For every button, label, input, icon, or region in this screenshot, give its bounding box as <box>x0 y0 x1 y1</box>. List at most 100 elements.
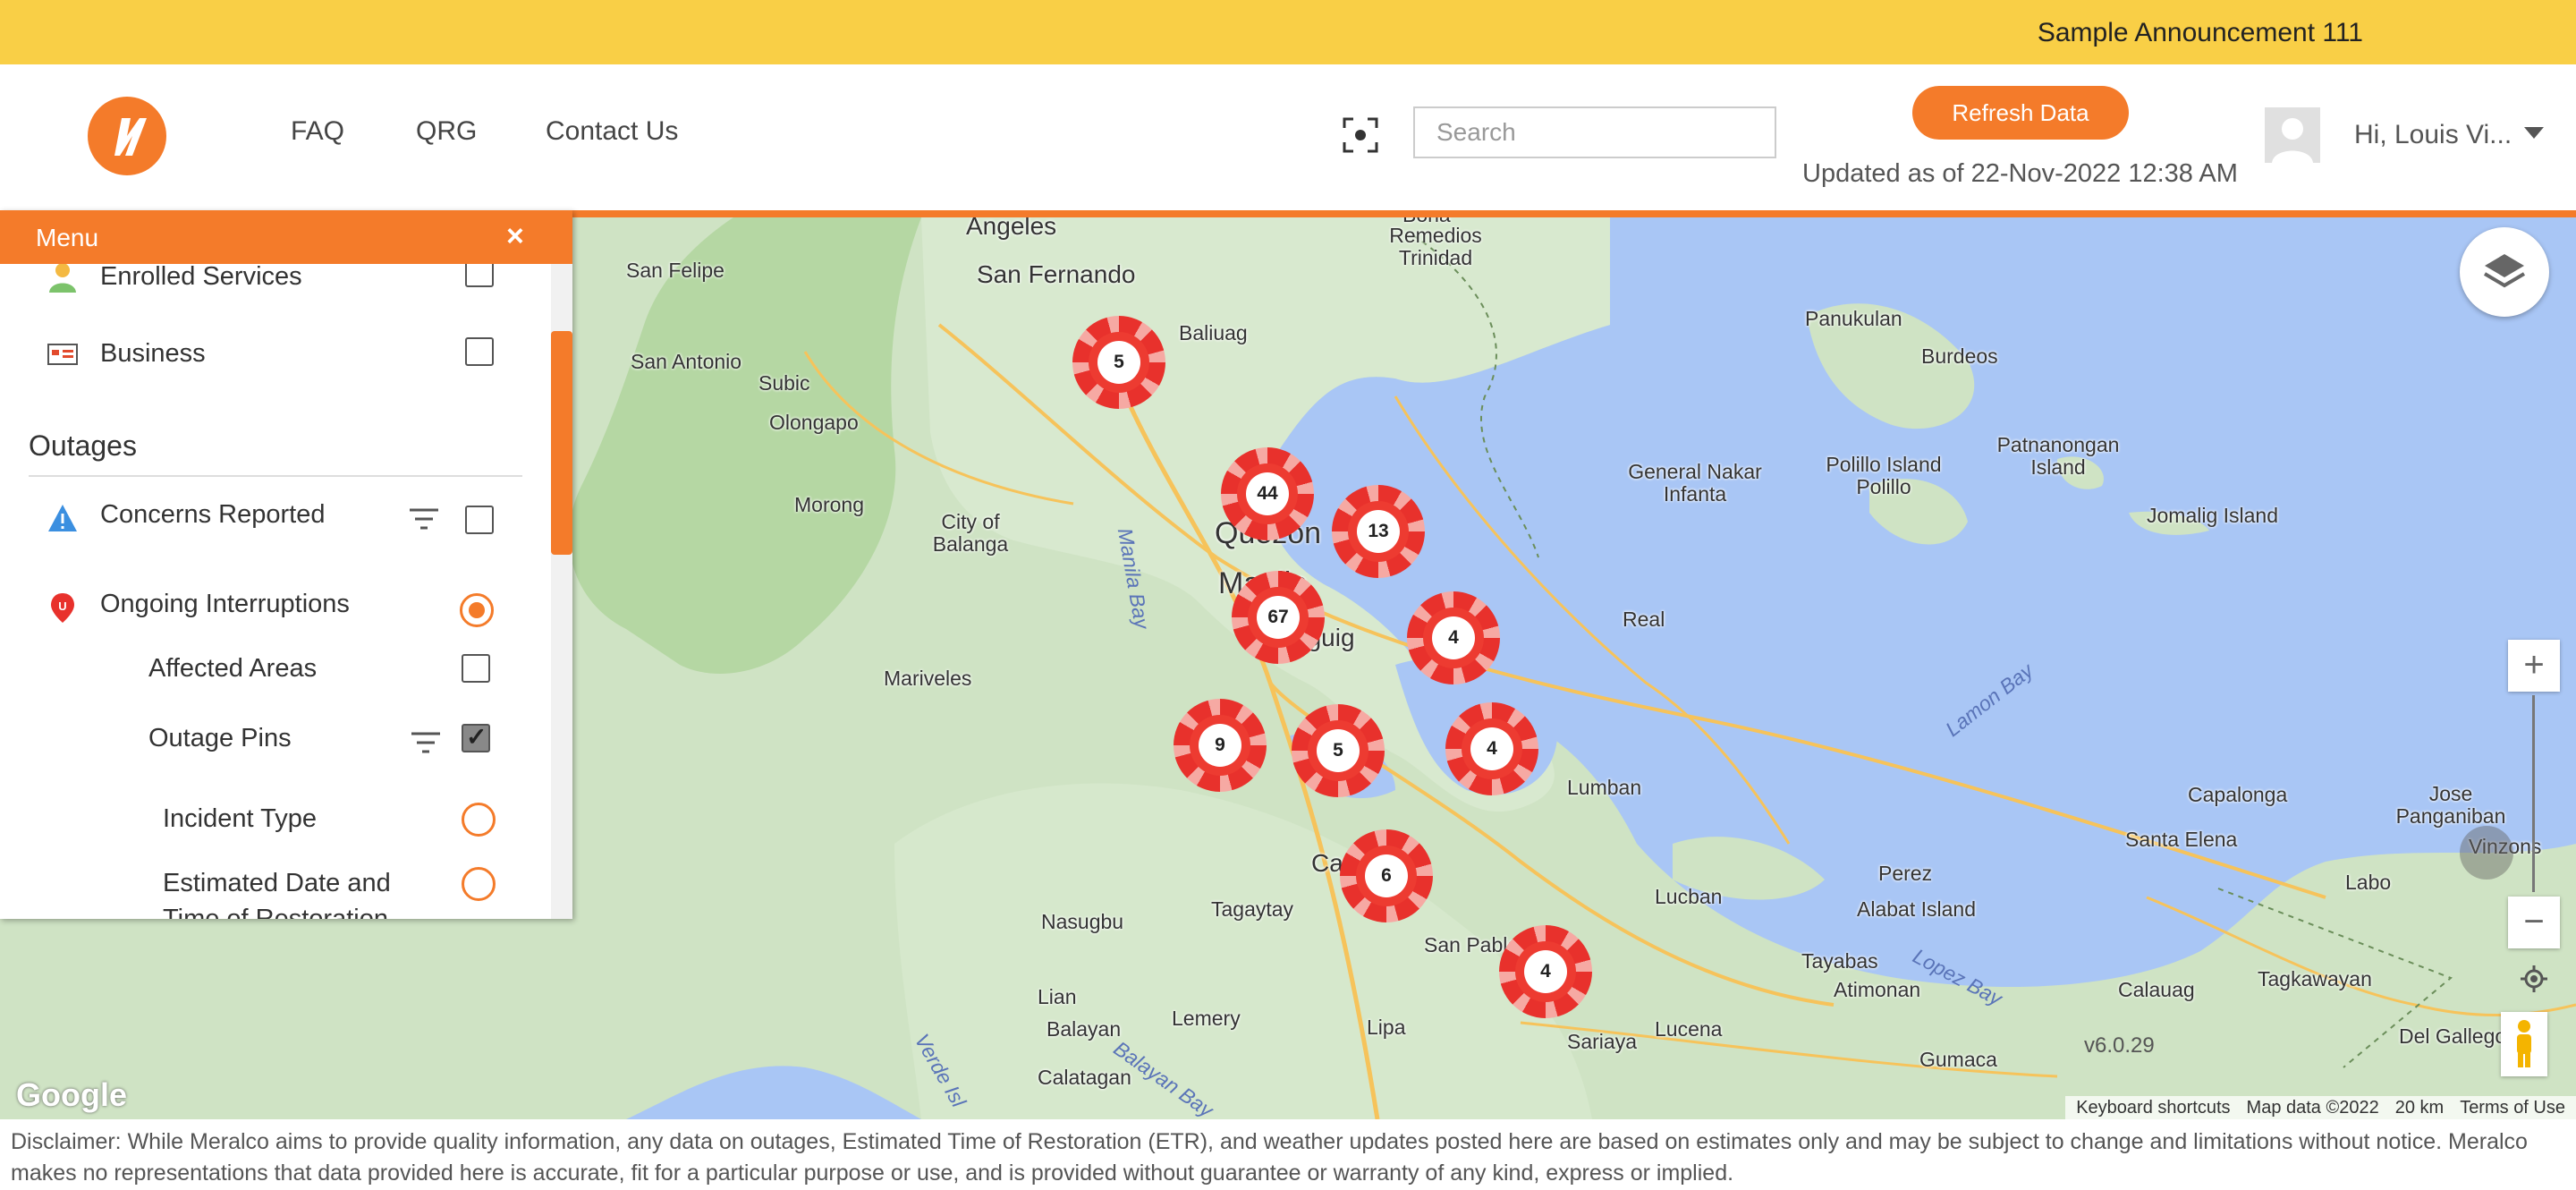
map-label: Olongapo <box>769 411 859 434</box>
outage-cluster-marker[interactable]: 5 <box>1072 316 1165 409</box>
map-attribution: Keyboard shortcuts Map data ©2022 20 km … <box>2065 1096 2576 1119</box>
map-label: San Felipe <box>626 259 724 282</box>
map-label: Lian <box>1038 985 1077 1008</box>
filter-icon[interactable] <box>408 507 440 531</box>
map-label: Tayabas <box>1801 949 1878 973</box>
zoom-slider[interactable] <box>2532 695 2535 892</box>
fullscreen-icon[interactable] <box>1342 116 1379 154</box>
refresh-data-button[interactable]: Refresh Data <box>1912 86 2129 140</box>
map-label: City of Balanga <box>932 510 1009 556</box>
zoom-slider-handle[interactable] <box>2460 826 2513 880</box>
meralco-logo[interactable] <box>88 97 166 175</box>
map-label: Tagkawayan <box>2258 967 2372 990</box>
updated-timestamp: Updated as of 22-Nov-2022 12:38 AM <box>1802 159 2238 188</box>
map-label: Atimonan <box>1834 978 1921 1001</box>
outage-cluster-marker[interactable]: 4 <box>1445 702 1538 795</box>
street-view-pegman-icon[interactable] <box>2501 1012 2547 1076</box>
header: FAQ QRG Contact Us Refresh Data Updated … <box>0 64 2576 210</box>
enrolled-services-checkbox[interactable] <box>465 264 494 287</box>
outage-cluster-marker[interactable]: 4 <box>1499 925 1592 1018</box>
estimated-restoration-radio[interactable] <box>462 867 496 901</box>
outage-cluster-marker[interactable]: 4 <box>1407 591 1500 684</box>
incident-type-radio[interactable] <box>462 803 496 837</box>
map-label: Balayan <box>1046 1017 1122 1041</box>
map-label: Subic <box>758 371 810 395</box>
nav-qrg[interactable]: QRG <box>416 116 477 147</box>
logo-bolt-icon <box>114 118 147 156</box>
outage-pins-checkbox[interactable] <box>462 722 490 752</box>
map-label: General Nakar Infanta <box>1628 460 1762 506</box>
map-label: Labo <box>2345 871 2392 894</box>
map-label: Real <box>1623 608 1665 631</box>
outage-cluster-marker[interactable]: 44 <box>1221 447 1314 540</box>
terms-of-use-link[interactable]: Terms of Use <box>2460 1098 2565 1118</box>
map-label: Angeles <box>966 217 1057 240</box>
menu-body: Enrolled Services Business Outages Conce… <box>0 264 551 919</box>
chevron-down-icon[interactable] <box>2524 127 2544 139</box>
zoom-in-button[interactable]: + <box>2508 640 2560 692</box>
map-label: Patnanongan Island <box>1996 433 2120 479</box>
avatar[interactable] <box>2265 107 2320 163</box>
map-label: Gumaca <box>1919 1048 1997 1071</box>
map-label: Jose Panganiban <box>2395 782 2506 828</box>
my-location-icon[interactable] <box>2521 965 2547 992</box>
map-label: Perez <box>1878 862 1933 885</box>
map-label: Polillo Island Polillo <box>1826 453 1942 498</box>
close-icon[interactable]: × <box>506 219 524 254</box>
map-label: Del Gallego <box>2399 1024 2507 1048</box>
warning-icon <box>48 505 77 531</box>
business-icon <box>47 344 78 365</box>
business-checkbox[interactable] <box>465 337 494 366</box>
map-label: Calauag <box>2118 978 2195 1001</box>
keyboard-shortcuts-link[interactable]: Keyboard shortcuts <box>2076 1098 2230 1118</box>
map-label: Nasugbu <box>1041 910 1124 933</box>
map-label: Alabat Island <box>1857 897 1976 921</box>
scale-bar[interactable]: 20 km <box>2395 1098 2444 1118</box>
person-icon <box>49 264 76 293</box>
search-input[interactable] <box>1413 106 1776 158</box>
map-label: Morong <box>794 493 864 516</box>
nav-faq[interactable]: FAQ <box>291 116 344 147</box>
map-label: Remedios Trinidad <box>1389 224 1482 269</box>
map-layers-button[interactable] <box>2460 227 2549 317</box>
outage-cluster-marker[interactable]: 9 <box>1174 699 1267 792</box>
outage-cluster-marker[interactable]: 13 <box>1332 485 1425 578</box>
map-label: Lemery <box>1172 1007 1241 1030</box>
filter-icon[interactable] <box>410 731 442 754</box>
google-logo: Google <box>16 1076 127 1113</box>
user-greeting[interactable]: Hi, Louis Vi... <box>2354 120 2512 150</box>
menu-scrollbar-thumb[interactable] <box>551 331 572 555</box>
map-label: Mariveles <box>884 667 972 690</box>
user-silhouette-icon <box>2265 107 2320 163</box>
map-label: Lucena <box>1655 1017 1723 1041</box>
concerns-reported-checkbox[interactable] <box>465 506 494 534</box>
announcement-bar: Sample Announcement 111 <box>0 0 2576 64</box>
layers-icon <box>2483 254 2526 288</box>
outage-cluster-marker[interactable]: 67 <box>1232 571 1325 664</box>
map-label: Bona <box>1402 217 1451 227</box>
map-label: Tagaytay <box>1211 897 1294 921</box>
map-label: Baliuag <box>1179 321 1248 344</box>
map-label: Sariaya <box>1567 1030 1637 1053</box>
ongoing-interruptions-radio[interactable] <box>460 593 494 627</box>
map-label: Jomalig Island <box>2147 504 2279 527</box>
map-data-credit: Map data ©2022 <box>2246 1098 2379 1118</box>
map-version: v6.0.29 <box>2084 1033 2155 1058</box>
nav-contact-us[interactable]: Contact Us <box>546 116 678 147</box>
disclaimer: Disclaimer: While Meralco aims to provid… <box>0 1119 2576 1190</box>
map-label: Burdeos <box>1921 344 1998 368</box>
map-label: Calatagan <box>1038 1066 1131 1089</box>
map-label: Panukulan <box>1805 307 1902 330</box>
pin-icon: U <box>51 593 74 623</box>
affected-areas-checkbox[interactable] <box>462 654 490 683</box>
outages-heading: Outages <box>29 429 137 462</box>
menu-header: Menu × <box>0 210 572 264</box>
outage-cluster-marker[interactable]: 5 <box>1292 704 1385 797</box>
map-label: Santa Elena <box>2125 828 2238 851</box>
outage-cluster-marker[interactable]: 6 <box>1340 829 1433 922</box>
menu-title: Menu <box>36 224 99 251</box>
map-label: San Antonio <box>631 350 742 373</box>
zoom-out-button[interactable]: − <box>2508 897 2560 948</box>
side-menu: Menu × Enrolled Services Business Outage… <box>0 210 572 919</box>
announcement-text: Sample Announcement 111 <box>2037 18 2363 47</box>
